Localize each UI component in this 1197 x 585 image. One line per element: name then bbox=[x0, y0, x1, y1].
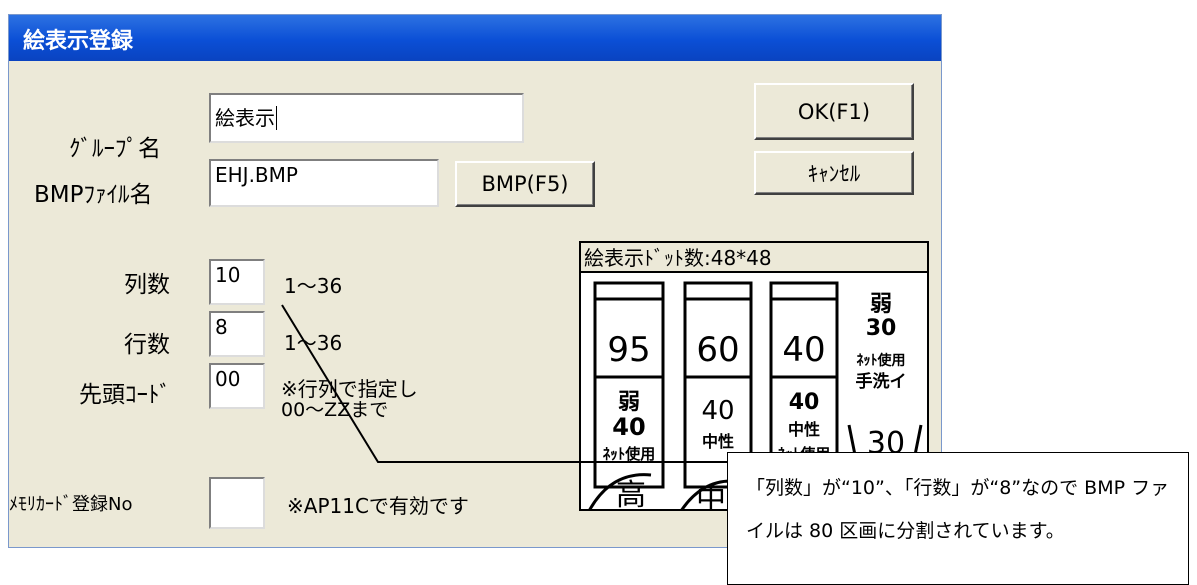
annotation-callout: 「列数」が“10”、「行数」が“8”なので BMP ファ イルは 80 区画に分… bbox=[727, 452, 1189, 585]
callout-line-2: イルは 80 区画に分割されています。 bbox=[746, 520, 1065, 542]
callout-line-1: 「列数」が“10”、「行数」が“8”なので BMP ファ bbox=[746, 477, 1170, 499]
